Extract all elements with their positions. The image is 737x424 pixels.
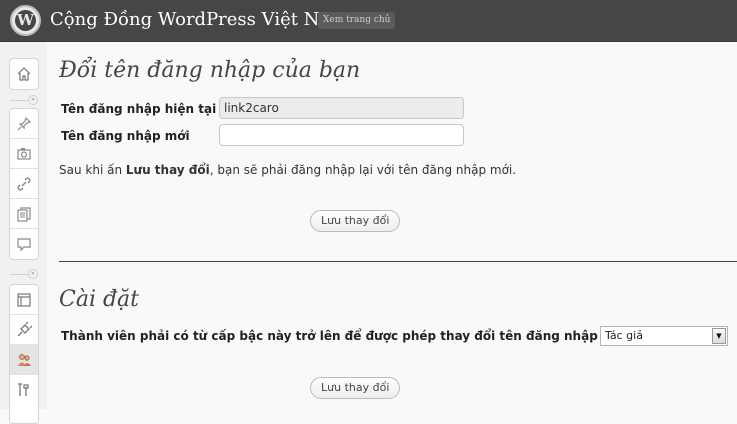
settings-section-title: Cài đặt bbox=[59, 287, 140, 312]
admin-header: W Cộng Đồng WordPress Việt Nam Xem trang… bbox=[0, 0, 737, 42]
main-content: Đổi tên đăng nhập của bạn Tên đăng nhập … bbox=[47, 42, 737, 409]
save-changes-button[interactable]: Lưu thay đổi bbox=[310, 210, 401, 232]
menu-group-content bbox=[9, 108, 39, 260]
minimum-role-selected: Tác giả bbox=[605, 329, 643, 342]
dashboard-icon[interactable] bbox=[10, 59, 38, 89]
rename-note-prefix: Sau khi ấn bbox=[59, 163, 126, 177]
current-username-label: Tên đăng nhập hiện tại bbox=[61, 102, 217, 116]
minimum-role-select[interactable]: Tác giả ▼ bbox=[600, 326, 728, 346]
media-icon[interactable] bbox=[10, 139, 38, 169]
site-title: Cộng Đồng WordPress Việt Nam bbox=[50, 9, 348, 30]
view-site-button[interactable]: Xem trang chủ bbox=[318, 12, 396, 29]
rename-section-title: Đổi tên đăng nhập của bạn bbox=[59, 58, 361, 83]
wordpress-logo-letter: W bbox=[15, 10, 36, 31]
save-settings-button[interactable]: Lưu thay đổi bbox=[310, 377, 401, 399]
tools-icon[interactable] bbox=[10, 375, 38, 405]
collapse-arrow-icon[interactable]: » bbox=[28, 95, 38, 105]
pin-icon[interactable] bbox=[10, 109, 38, 139]
menu-separator: » bbox=[10, 95, 38, 105]
rename-note-suffix: , bạn sẽ phải đăng nhập lại với tên đăng… bbox=[209, 163, 517, 177]
plugins-icon[interactable] bbox=[10, 315, 38, 345]
new-username-label: Tên đăng nhập mới bbox=[61, 129, 190, 143]
rename-note: Sau khi ấn Lưu thay đổi, bạn sẽ phải đăn… bbox=[59, 163, 516, 177]
menu-group-dashboard bbox=[9, 58, 39, 90]
menu-group-settings bbox=[9, 284, 39, 424]
users-icon[interactable] bbox=[10, 345, 38, 375]
wordpress-logo-icon[interactable]: W bbox=[10, 5, 41, 36]
current-username-field bbox=[219, 97, 464, 119]
link-icon[interactable] bbox=[10, 169, 38, 199]
comments-icon[interactable] bbox=[10, 229, 38, 259]
section-divider bbox=[59, 261, 737, 262]
dropdown-arrow-icon[interactable]: ▼ bbox=[712, 328, 726, 344]
collapse-arrow-icon[interactable]: » bbox=[28, 269, 38, 279]
rename-note-bold: Lưu thay đổi bbox=[125, 163, 210, 177]
menu-separator: » bbox=[10, 269, 38, 279]
admin-sidebar: » » bbox=[0, 42, 47, 424]
new-username-field[interactable] bbox=[219, 124, 464, 146]
appearance-icon[interactable] bbox=[10, 285, 38, 315]
minimum-role-label: Thành viên phải có từ cấp bậc này trở lê… bbox=[61, 329, 598, 343]
pages-icon[interactable] bbox=[10, 199, 38, 229]
